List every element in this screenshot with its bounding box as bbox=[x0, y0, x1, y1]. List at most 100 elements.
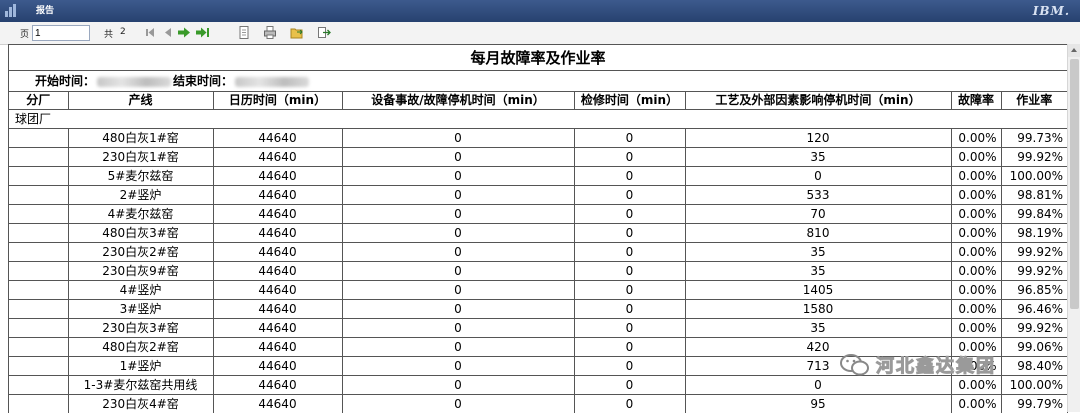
factory-cell bbox=[9, 186, 68, 205]
cell-maint: 0 bbox=[574, 186, 685, 205]
table-row: 230白灰2#窑4464000350.00%99.92% bbox=[9, 243, 1067, 262]
window-title-bar: 报告 IBM. bbox=[0, 0, 1080, 22]
cell-fault: 0 bbox=[342, 262, 574, 281]
cell-line: 1#竖炉 bbox=[68, 357, 213, 376]
table-row: 230白灰3#窑4464000350.00%99.92% bbox=[9, 319, 1067, 338]
cell-fault: 0 bbox=[342, 243, 574, 262]
cell-op: 96.46% bbox=[1001, 300, 1067, 319]
first-page-icon[interactable] bbox=[145, 26, 159, 39]
scroll-up-icon[interactable] bbox=[1068, 44, 1080, 57]
cell-line: 2#竖炉 bbox=[68, 186, 213, 205]
factory-cell bbox=[9, 129, 68, 148]
cell-ext: 1580 bbox=[685, 300, 951, 319]
cell-rate: 0.00% bbox=[951, 186, 1001, 205]
cell-maint: 0 bbox=[574, 319, 685, 338]
cell-maint: 0 bbox=[574, 338, 685, 357]
cell-cal: 44640 bbox=[213, 338, 342, 357]
cell-maint: 0 bbox=[574, 357, 685, 376]
column-header: 日历时间（min） bbox=[213, 92, 342, 110]
watermark: 河北鑫达集团 bbox=[840, 350, 1080, 380]
factory-cell bbox=[9, 357, 68, 376]
cell-ext: 120 bbox=[685, 129, 951, 148]
total-pages: 2 bbox=[120, 27, 126, 37]
cell-cal: 44640 bbox=[213, 167, 342, 186]
cell-op: 96.85% bbox=[1001, 281, 1067, 300]
cell-line: 4#麦尔兹窑 bbox=[68, 205, 213, 224]
column-header: 检修时间（min） bbox=[574, 92, 685, 110]
exit-icon[interactable] bbox=[317, 26, 331, 39]
cell-rate: 0.00% bbox=[951, 205, 1001, 224]
cell-maint: 0 bbox=[574, 300, 685, 319]
factory-cell bbox=[9, 319, 68, 338]
factory-cell bbox=[9, 148, 68, 167]
column-header: 作业率 bbox=[1001, 92, 1067, 110]
page-number-input[interactable] bbox=[32, 25, 90, 41]
cell-cal: 44640 bbox=[213, 243, 342, 262]
cell-op: 99.92% bbox=[1001, 243, 1067, 262]
table-row: 3#竖炉446400015800.00%96.46% bbox=[9, 300, 1067, 319]
cell-fault: 0 bbox=[342, 224, 574, 243]
cell-rate: 0.00% bbox=[951, 262, 1001, 281]
table-row: 230白灰9#窑4464000350.00%99.92% bbox=[9, 262, 1067, 281]
group-label: 球团厂 bbox=[9, 110, 1067, 129]
previous-page-icon[interactable] bbox=[161, 26, 175, 39]
cell-fault: 0 bbox=[342, 357, 574, 376]
cell-rate: 0.00% bbox=[951, 300, 1001, 319]
cell-ext: 70 bbox=[685, 205, 951, 224]
cell-line: 480白灰3#窑 bbox=[68, 224, 213, 243]
cell-maint: 0 bbox=[574, 224, 685, 243]
start-time-label: 开始时间： bbox=[35, 74, 95, 88]
table-row: 230白灰4#窑4464000950.00%99.79% bbox=[9, 395, 1067, 413]
cell-rate: 0.00% bbox=[951, 129, 1001, 148]
print-icon[interactable] bbox=[263, 26, 277, 39]
cell-op: 99.84% bbox=[1001, 205, 1067, 224]
cell-ext: 0 bbox=[685, 167, 951, 186]
last-page-icon[interactable] bbox=[196, 26, 210, 39]
cell-line: 230白灰2#窑 bbox=[68, 243, 213, 262]
cell-ext: 533 bbox=[685, 186, 951, 205]
table-row: 5#麦尔兹窑446400000.00%100.00% bbox=[9, 167, 1067, 186]
column-header: 工艺及外部因素影响停机时间（min） bbox=[685, 92, 951, 110]
factory-cell bbox=[9, 395, 68, 413]
cell-fault: 0 bbox=[342, 300, 574, 319]
factory-cell bbox=[9, 167, 68, 186]
cell-cal: 44640 bbox=[213, 205, 342, 224]
table-row: 4#麦尔兹窑4464000700.00%99.84% bbox=[9, 205, 1067, 224]
table-row: 480白灰3#窑44640008100.00%98.19% bbox=[9, 224, 1067, 243]
group-row: 球团厂 bbox=[9, 110, 1067, 129]
column-header: 分厂 bbox=[9, 92, 68, 110]
cell-cal: 44640 bbox=[213, 224, 342, 243]
cell-maint: 0 bbox=[574, 167, 685, 186]
cell-maint: 0 bbox=[574, 148, 685, 167]
document-icon[interactable] bbox=[237, 26, 251, 39]
cell-line: 480白灰1#窑 bbox=[68, 129, 213, 148]
cell-ext: 810 bbox=[685, 224, 951, 243]
cell-rate: 0.00% bbox=[951, 395, 1001, 413]
cell-fault: 0 bbox=[342, 281, 574, 300]
cell-cal: 44640 bbox=[213, 376, 342, 395]
end-time-label: 结束时间： bbox=[173, 74, 233, 88]
cell-fault: 0 bbox=[342, 319, 574, 338]
cell-op: 99.73% bbox=[1001, 129, 1067, 148]
next-page-icon[interactable] bbox=[177, 26, 191, 39]
factory-cell bbox=[9, 243, 68, 262]
cell-fault: 0 bbox=[342, 186, 574, 205]
export-folder-icon[interactable] bbox=[290, 26, 304, 39]
ibm-logo: IBM. bbox=[1033, 4, 1070, 18]
cell-line: 230白灰3#窑 bbox=[68, 319, 213, 338]
time-range-row: 开始时间： 结束时间： bbox=[9, 71, 1067, 92]
factory-cell bbox=[9, 262, 68, 281]
cell-maint: 0 bbox=[574, 281, 685, 300]
cell-rate: 0.00% bbox=[951, 224, 1001, 243]
cell-op: 99.92% bbox=[1001, 262, 1067, 281]
cell-cal: 44640 bbox=[213, 262, 342, 281]
cell-fault: 0 bbox=[342, 376, 574, 395]
cell-maint: 0 bbox=[574, 243, 685, 262]
column-header: 故障率 bbox=[951, 92, 1001, 110]
scroll-thumb[interactable] bbox=[1070, 59, 1079, 309]
report-app-icon bbox=[5, 4, 19, 17]
cell-rate: 0.00% bbox=[951, 281, 1001, 300]
cell-fault: 0 bbox=[342, 167, 574, 186]
cell-cal: 44640 bbox=[213, 395, 342, 413]
wechat-logo-icon bbox=[840, 354, 870, 376]
